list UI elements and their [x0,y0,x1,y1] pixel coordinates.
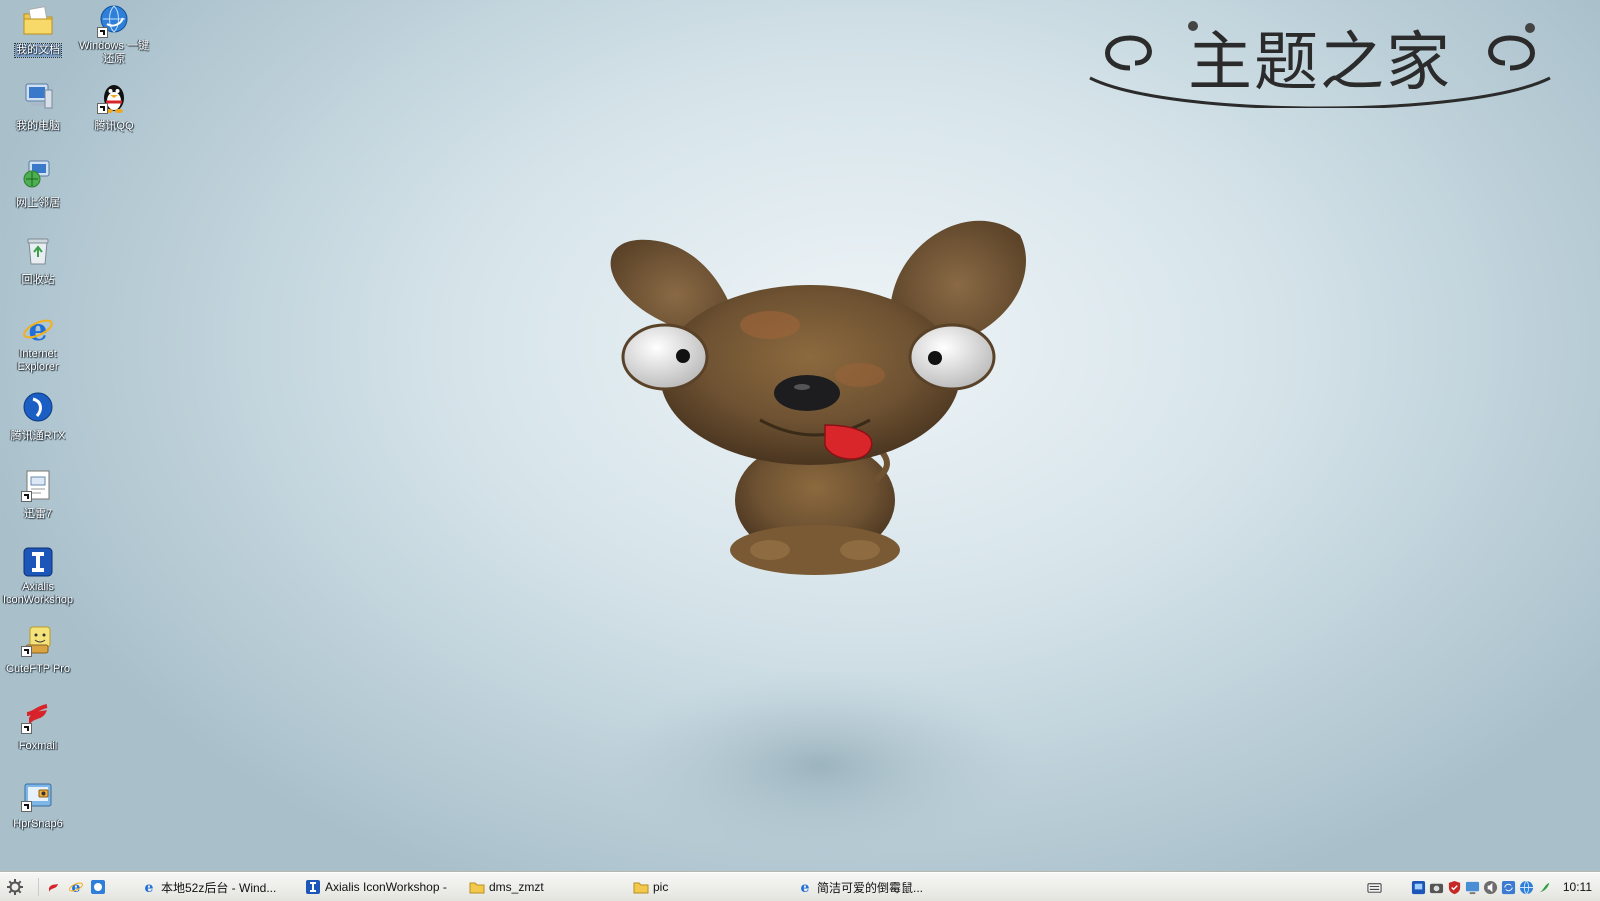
globe-icon[interactable] [1519,880,1534,895]
ie-icon: e [801,880,810,895]
svg-text:e: e [28,313,47,346]
taskbar-button-cute-mouse[interactable]: e 简洁可爱的倒霉鼠... [791,876,953,898]
brand-logo: 主题之家 [1080,18,1560,108]
thunder-icon [21,468,55,502]
network-icon [21,157,55,191]
keyboard-icon[interactable] [1367,880,1382,895]
folder-documents-icon [21,4,55,38]
desktop-icon-my-computer[interactable]: 我的电脑 [0,78,76,134]
ie-icon: e [21,312,55,346]
shortcut-arrow-icon [21,646,32,657]
folder-icon [633,882,649,894]
desktop-icon-hprsnap[interactable]: HprSnap6 [0,776,76,832]
taskbar-button-label: pic [653,880,669,894]
taskbar-button-label: dms_zmzt [489,880,544,894]
svg-text:e: e [801,880,810,895]
desktop-icon-qq[interactable]: 腾讯QQ [76,78,152,134]
camera-icon[interactable] [1429,880,1444,895]
taskbar-button-dms-zmzt[interactable]: dms_zmzt [463,876,615,898]
desktop-icon-label: CuteFTP Pro [6,663,70,675]
quicklaunch-browser-icon[interactable] [89,878,107,896]
iconworkshop-icon [306,880,320,894]
desktop-icon-thunder[interactable]: 迅雷7 [0,466,76,522]
shortcut-arrow-icon [21,723,32,734]
desktop-icon-iconworkshop[interactable]: Axialis IconWorkshop [0,543,76,608]
clock: 10:11 [1562,880,1592,894]
recycle-bin-icon [21,234,55,268]
quicklaunch-foxmail-icon[interactable] [45,878,63,896]
desktop-icon-foxmail[interactable]: Foxmail [0,698,76,754]
computer-icon [21,80,55,114]
brand-text: 主题之家 [1188,26,1452,100]
desktop-icon-cuteftp[interactable]: CuteFTP Pro [0,621,76,677]
desktop-icon-windows-restore[interactable]: Windows 一键还原 [76,2,152,67]
puppy-wallpaper-illustration [610,220,1030,855]
quick-launch-bar: e [38,878,113,896]
gear-icon [7,879,23,895]
quicklaunch-ie-icon[interactable]: e [67,878,85,896]
desktop-icon-rtx[interactable]: 腾讯通RTX [0,388,76,444]
hprsnap-icon [21,778,55,812]
shield-icon[interactable] [1447,880,1462,895]
taskbar-button-label: Axialis IconWorkshop - [325,880,447,894]
desktop-icon-recycle-bin[interactable]: 回收站 [0,232,76,288]
desktop-icon-label: 我的文档 [14,43,62,58]
desktop-icon-label: 网上邻居 [16,197,60,209]
iconworkshop-icon [21,545,55,579]
sync-icon[interactable] [1501,880,1516,895]
taskbar-button-52z-backend[interactable]: e 本地52z后台 - Wind... [135,876,287,898]
folder-icon [469,882,485,894]
shortcut-arrow-icon [21,801,32,812]
taskbar-button-label: 简洁可爱的倒霉鼠... [817,880,924,895]
shortcut-arrow-icon [97,103,108,114]
rtx-tray-icon[interactable] [1537,880,1552,895]
foxmail-icon [21,700,55,734]
taskbar-button-label: 本地52z后台 - Wind... [161,880,277,895]
qq-penguin-icon [97,80,131,114]
desktop-icon-label: 我的电脑 [16,120,60,132]
desktop-icon-label: 腾讯QQ [94,120,134,132]
desktop-icon-label: Windows 一键还原 [79,40,149,65]
speaker-icon[interactable] [1483,880,1498,895]
desktop-icon-label: 回收站 [21,274,55,286]
svg-text:e: e [145,880,154,895]
desktop-icon-label: Foxmail [18,740,58,752]
svg-text:e: e [72,880,81,895]
shortcut-arrow-icon [97,27,108,38]
desktop-icon-network[interactable]: 网上邻居 [0,155,76,211]
start-button[interactable] [0,874,30,900]
desktop-icon-label: 迅雷7 [23,508,53,520]
desktop-icon-label: Axialis IconWorkshop [2,581,74,606]
system-tray: 10:11 [1361,875,1600,899]
desktop-icon-label: HprSnap6 [13,818,63,830]
restore-globe-icon [97,4,131,38]
monitor-icon[interactable] [1465,880,1480,895]
network-tray-icon[interactable] [1411,880,1426,895]
desktop: 我的文档 我的电脑 网上邻居 回收站 e Internet Explorer 腾… [0,0,1600,872]
taskbar: e e 本地52z后台 - Wind... Axialis IconWorksh… [0,872,1600,901]
desktop-icon-label: 腾讯通RTX [10,430,66,442]
cuteftp-icon [21,623,55,657]
taskbar-button-iconworkshop[interactable]: Axialis IconWorkshop - [299,876,451,898]
desktop-icon-internet-explorer[interactable]: e Internet Explorer [0,310,76,375]
taskbar-button-pic[interactable]: pic [627,876,779,898]
desktop-icon-label: Internet Explorer [17,348,59,373]
desktop-icon-my-documents[interactable]: 我的文档 [0,2,76,58]
rtx-icon [21,390,55,424]
shortcut-arrow-icon [21,491,32,502]
ie-icon: e [145,880,154,895]
